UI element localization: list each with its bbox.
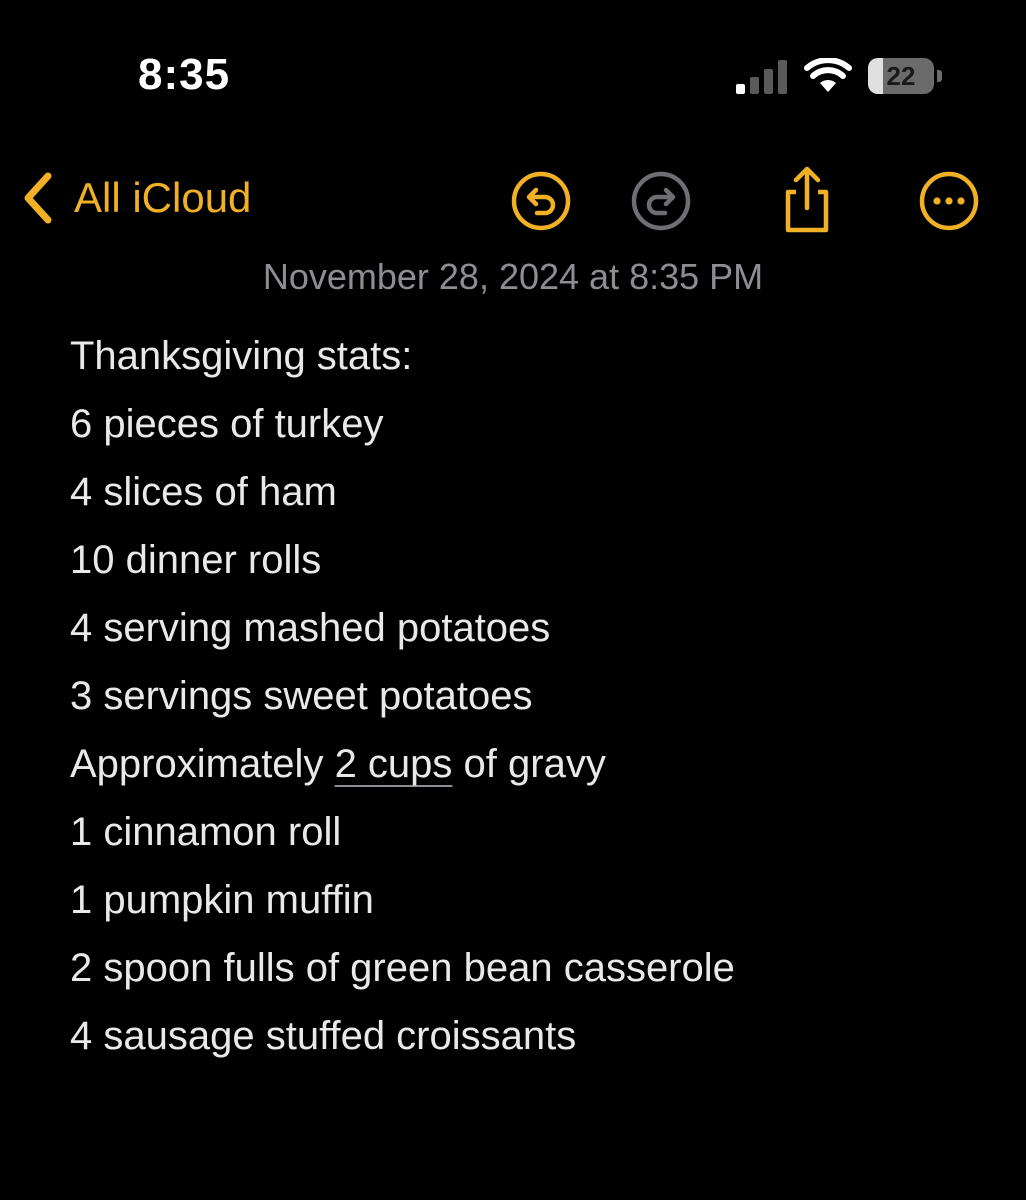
note-line: 2 spoon fulls of green bean casserole (70, 946, 735, 990)
note-line: 10 dinner rolls (70, 538, 322, 582)
share-button[interactable] (776, 164, 838, 234)
note-line: 4 slices of ham (70, 470, 337, 514)
undo-icon (511, 171, 571, 231)
redo-icon (631, 171, 691, 231)
note-line-text: Approximately (70, 742, 335, 786)
note-date: November 28, 2024 at 8:35 PM (262, 256, 764, 297)
measurement-link[interactable]: 2 cups (335, 742, 453, 786)
battery-level: 22 (886, 61, 916, 91)
note-line: 4 sausage stuffed croissants (70, 1014, 577, 1058)
navigation-bar: All iCloud (0, 150, 1026, 250)
note-body[interactable]: Thanksgiving stats: 6 pieces of turkey 4… (70, 322, 990, 1070)
undo-button[interactable] (510, 170, 572, 232)
wifi-icon (804, 58, 852, 92)
cellular-signal-icon (736, 60, 787, 94)
chevron-left-icon (24, 172, 52, 224)
battery-icon: 22 (868, 58, 944, 94)
note-line: 6 pieces of turkey (70, 402, 384, 446)
back-button[interactable]: All iCloud (18, 168, 251, 228)
note-line: 1 pumpkin muffin (70, 878, 374, 922)
status-bar: 8:35 22 (0, 0, 1026, 150)
redo-button[interactable] (630, 170, 692, 232)
more-button[interactable] (918, 170, 980, 232)
note-line: Approximately 2 cups of gravy (70, 730, 990, 798)
more-icon (919, 171, 979, 231)
share-icon (785, 166, 829, 233)
note-line: 1 cinnamon roll (70, 810, 342, 854)
back-button-label: All iCloud (74, 174, 252, 221)
note-line: 3 servings sweet potatoes (70, 674, 533, 718)
note-line: 4 serving mashed potatoes (70, 606, 551, 650)
note-line-text: of gravy (452, 742, 606, 786)
note-title: Thanksgiving stats: (70, 334, 413, 378)
status-time: 8:35 (138, 50, 231, 99)
